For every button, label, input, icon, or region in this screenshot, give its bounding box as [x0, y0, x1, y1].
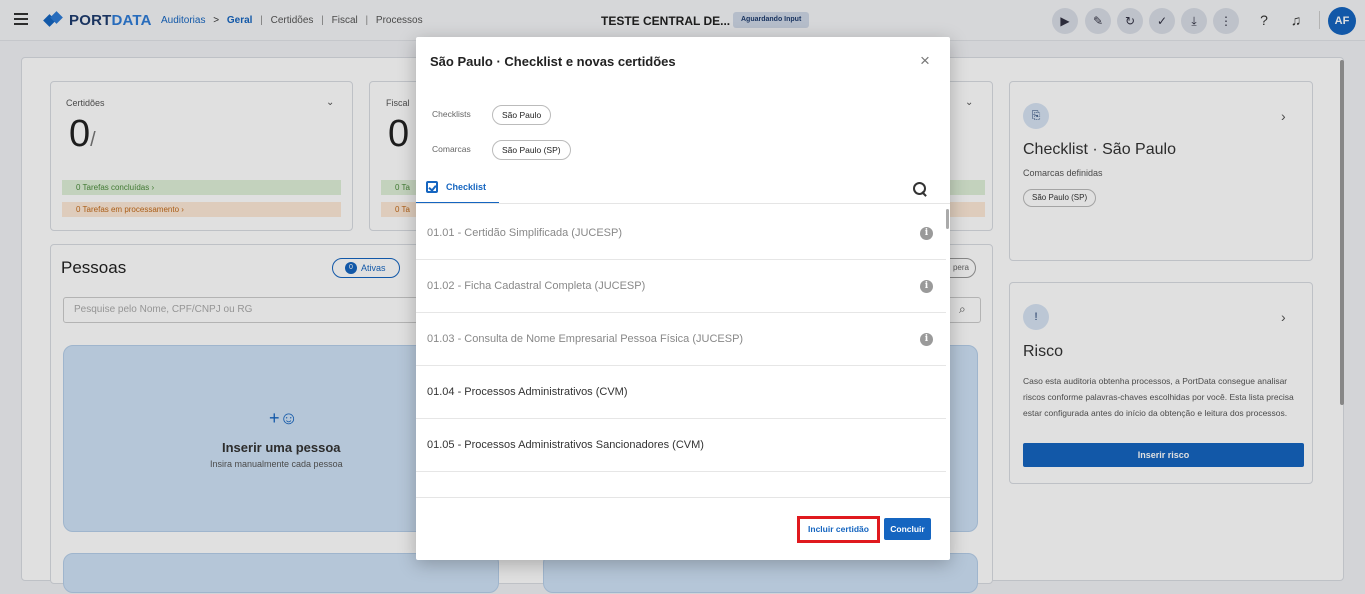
include-certificate-button[interactable]: Incluir certidão — [797, 516, 880, 543]
checklist-modal: São Paulo · Checklist e novas certidões … — [416, 37, 950, 560]
list-item[interactable]: 01.01 - Certidão Simplificada (JUCESP) i — [416, 207, 946, 260]
tab-checklist-label: Checklist — [446, 182, 487, 192]
close-icon[interactable]: × — [920, 51, 930, 71]
list-item[interactable]: 01.05 - Processos Administrativos Sancio… — [416, 419, 946, 472]
info-icon[interactable]: i — [920, 333, 933, 346]
search-icon[interactable] — [913, 182, 929, 198]
list-item-label: 01.04 - Processos Administrativos (CVM) — [427, 386, 628, 398]
comarca-chip[interactable]: São Paulo (SP) — [492, 140, 571, 160]
list-item[interactable]: 01.02 - Ficha Cadastral Completa (JUCESP… — [416, 260, 946, 313]
list-item-label: 01.01 - Certidão Simplificada (JUCESP) — [427, 227, 623, 239]
info-icon[interactable]: i — [920, 227, 933, 240]
checklists-label: Checklists — [432, 109, 471, 119]
list-item-label: 01.03 - Consulta de Nome Empresarial Pes… — [427, 333, 744, 345]
list-item[interactable]: 01.04 - Processos Administrativos (CVM) — [416, 366, 946, 419]
tab-checklist[interactable]: Checklist — [416, 175, 499, 204]
tab-divider — [416, 203, 950, 204]
modal-title: São Paulo · Checklist e novas certidões — [430, 54, 676, 69]
info-icon[interactable]: i — [920, 280, 933, 293]
checklist-list: 01.01 - Certidão Simplificada (JUCESP) i… — [416, 207, 946, 497]
modal-footer-divider — [416, 497, 950, 498]
clipboard-check-icon — [426, 181, 438, 193]
list-item[interactable]: 01.03 - Consulta de Nome Empresarial Pes… — [416, 313, 946, 366]
comarcas-label: Comarcas — [432, 144, 471, 154]
conclude-button[interactable]: Concluir — [884, 518, 931, 540]
list-scrollbar[interactable] — [946, 209, 949, 229]
checklist-chip[interactable]: São Paulo — [492, 105, 552, 125]
list-item-label: 01.02 - Ficha Cadastral Completa (JUCESP… — [427, 280, 646, 292]
list-item-label: 01.05 - Processos Administrativos Sancio… — [427, 439, 704, 451]
